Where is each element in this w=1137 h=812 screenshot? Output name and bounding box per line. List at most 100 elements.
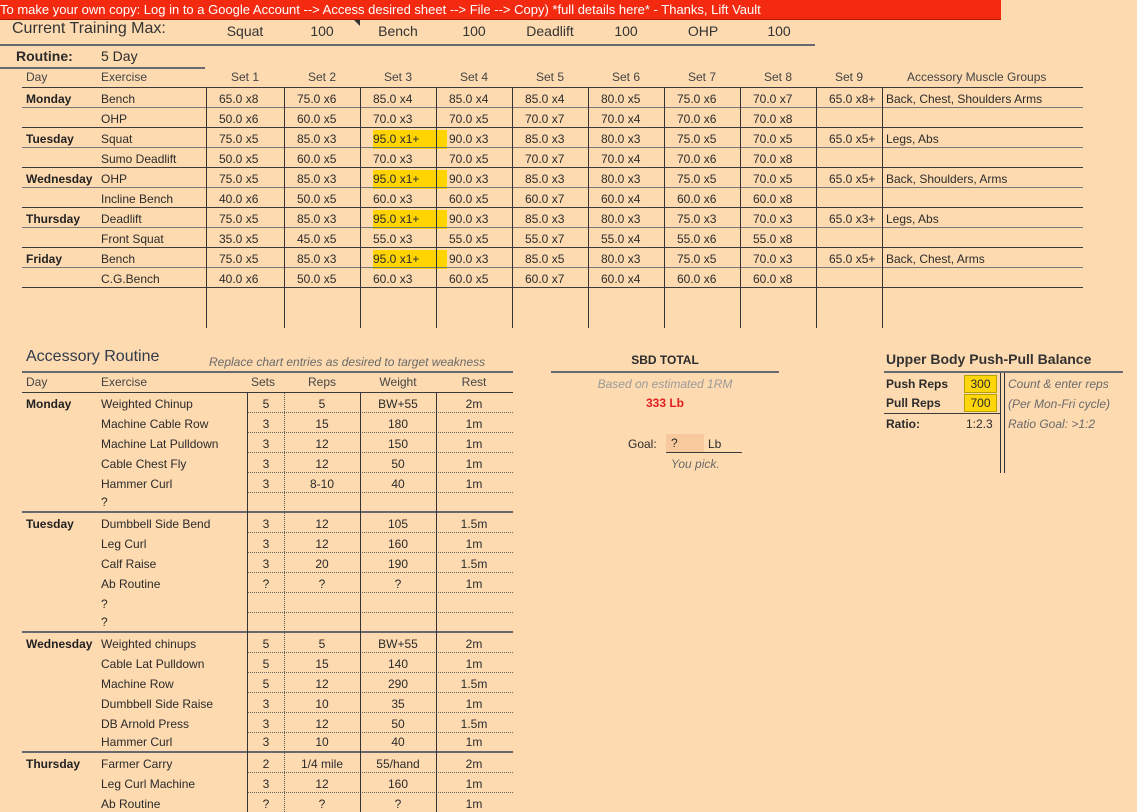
main-set-cell[interactable]: 55.0 x4 (601, 232, 640, 246)
acc-rest-cell[interactable]: 1.5m (436, 717, 512, 731)
main-set-cell[interactable]: 70.0 x6 (677, 112, 716, 126)
main-set-cell[interactable]: 60.0 x7 (525, 192, 564, 206)
push-reps-input[interactable]: 300 (964, 375, 997, 393)
acc-sets-cell[interactable]: 3 (248, 537, 284, 551)
main-set-cell[interactable]: 85.0 x5 (525, 252, 564, 266)
acc-reps-cell[interactable]: 12 (284, 717, 360, 731)
main-set-cell[interactable]: 60.0 x7 (525, 272, 564, 286)
acc-reps-cell[interactable]: 15 (284, 417, 360, 431)
acc-weight-cell[interactable]: 55/hand (360, 757, 436, 771)
acc-rest-cell[interactable]: 1.5m (436, 517, 512, 531)
main-exercise-cell[interactable]: Sumo Deadlift (101, 152, 176, 166)
main-set-cell[interactable]: 60.0 x8 (753, 272, 792, 286)
main-set-cell[interactable]: 50.0 x5 (219, 152, 258, 166)
copy-instructions-banner[interactable]: To make your own copy: Log in to a Googl… (0, 0, 1001, 20)
acc-rest-cell[interactable]: 1m (436, 577, 512, 591)
acc-rest-cell[interactable]: 1m (436, 417, 512, 431)
main-set-cell[interactable]: 60.0 x3 (373, 272, 412, 286)
main-set-cell[interactable]: 75.0 x5 (219, 132, 258, 146)
acc-exercise-cell[interactable]: Ab Routine (101, 797, 160, 811)
acc-rest-cell[interactable]: 1m (436, 797, 512, 811)
main-set-cell[interactable]: 55.0 x5 (449, 232, 488, 246)
acc-reps-cell[interactable]: 12 (284, 517, 360, 531)
main-exercise-cell[interactable]: Front Squat (101, 232, 164, 246)
acc-reps-cell[interactable]: 10 (284, 735, 360, 749)
acc-exercise-cell[interactable]: Cable Lat Pulldown (101, 657, 204, 671)
main-set-cell[interactable]: 75.0 x5 (219, 212, 258, 226)
main-set-cell[interactable]: 40.0 x6 (219, 192, 258, 206)
acc-exercise-cell[interactable]: Weighted Chinup (101, 397, 193, 411)
acc-rest-cell[interactable]: 2m (436, 757, 512, 771)
main-set-cell[interactable]: 60.0 x3 (373, 192, 412, 206)
tm-ohp-value[interactable]: 100 (741, 24, 817, 38)
main-set-cell[interactable]: 70.0 x8 (753, 112, 792, 126)
acc-weight-cell[interactable]: 105 (360, 517, 436, 531)
acc-sets-cell[interactable]: 3 (248, 517, 284, 531)
main-exercise-cell[interactable]: Deadlift (101, 212, 142, 226)
main-set-cell[interactable]: 65.0 x3+ (829, 212, 875, 226)
main-set-cell[interactable]: 70.0 x3 (753, 252, 792, 266)
acc-weight-cell[interactable]: 40 (360, 735, 436, 749)
acc-exercise-cell[interactable]: Machine Lat Pulldown (101, 437, 218, 451)
main-set-cell[interactable]: 70.0 x5 (449, 152, 488, 166)
main-set-cell[interactable]: 65.0 x5+ (829, 172, 875, 186)
tm-squat-value[interactable]: 100 (284, 24, 360, 38)
acc-reps-cell[interactable]: ? (284, 797, 360, 811)
acc-reps-cell[interactable]: 15 (284, 657, 360, 671)
acc-weight-cell[interactable]: 150 (360, 437, 436, 451)
acc-exercise-cell[interactable]: ? (101, 495, 108, 509)
main-set-cell[interactable]: 85.0 x4 (525, 92, 564, 106)
main-set-cell[interactable]: 70.0 x3 (373, 112, 412, 126)
main-exercise-cell[interactable]: OHP (101, 172, 127, 186)
main-set-cell[interactable]: 60.0 x5 (297, 152, 336, 166)
main-set-cell[interactable]: 85.0 x3 (525, 172, 564, 186)
tm-deadlift-value[interactable]: 100 (588, 24, 664, 38)
main-accessory-groups-cell[interactable]: Legs, Abs (886, 132, 939, 146)
main-set-cell[interactable]: 50.0 x5 (297, 272, 336, 286)
main-set-cell[interactable]: 75.0 x6 (677, 92, 716, 106)
acc-reps-cell[interactable]: 5 (284, 397, 360, 411)
acc-rest-cell[interactable]: 1m (436, 477, 512, 491)
acc-sets-cell[interactable]: 5 (248, 657, 284, 671)
main-set-cell[interactable]: 50.0 x6 (219, 112, 258, 126)
main-set-cell[interactable]: 70.0 x8 (753, 152, 792, 166)
main-set-cell[interactable]: 85.0 x3 (297, 212, 336, 226)
main-set-cell[interactable]: 60.0 x4 (601, 272, 640, 286)
acc-weight-cell[interactable]: 290 (360, 677, 436, 691)
acc-rest-cell[interactable]: 1m (436, 735, 512, 749)
acc-rest-cell[interactable]: 1m (436, 777, 512, 791)
main-set-cell[interactable]: 80.0 x3 (601, 172, 640, 186)
acc-sets-cell[interactable]: 3 (248, 697, 284, 711)
main-set-cell[interactable]: 85.0 x3 (297, 172, 336, 186)
main-set-cell[interactable]: 85.0 x4 (373, 92, 412, 106)
main-set-cell[interactable]: 85.0 x3 (525, 132, 564, 146)
acc-weight-cell[interactable]: ? (360, 577, 436, 591)
main-exercise-cell[interactable]: Incline Bench (101, 192, 173, 206)
main-set-cell[interactable]: 60.0 x5 (449, 272, 488, 286)
main-exercise-cell[interactable]: Bench (101, 252, 135, 266)
acc-reps-cell[interactable]: 12 (284, 537, 360, 551)
routine-value[interactable]: 5 Day (101, 49, 138, 63)
acc-reps-cell[interactable]: ? (284, 577, 360, 591)
main-set-cell[interactable]: 70.0 x3 (373, 152, 412, 166)
main-accessory-groups-cell[interactable]: Legs, Abs (886, 212, 939, 226)
main-set-cell[interactable]: 80.0 x5 (601, 92, 640, 106)
goal-input[interactable]: ? (666, 434, 704, 452)
acc-sets-cell[interactable]: 3 (248, 437, 284, 451)
acc-reps-cell[interactable]: 12 (284, 457, 360, 471)
main-set-cell[interactable]: 65.0 x5+ (829, 132, 875, 146)
acc-weight-cell[interactable]: 50 (360, 717, 436, 731)
main-set-cell[interactable]: 70.0 x7 (525, 152, 564, 166)
acc-exercise-cell[interactable]: Dumbbell Side Raise (101, 697, 213, 711)
main-set-cell[interactable]: 75.0 x3 (677, 212, 716, 226)
main-set-cell[interactable]: 90.0 x3 (449, 132, 488, 146)
acc-rest-cell[interactable]: 1m (436, 457, 512, 471)
main-set-cell[interactable]: 65.0 x5+ (829, 252, 875, 266)
acc-rest-cell[interactable]: 1m (436, 437, 512, 451)
acc-reps-cell[interactable]: 5 (284, 637, 360, 651)
main-set-cell[interactable]: 65.0 x8 (219, 92, 258, 106)
acc-exercise-cell[interactable]: Hammer Curl (101, 735, 172, 749)
acc-weight-cell[interactable]: 35 (360, 697, 436, 711)
acc-weight-cell[interactable]: ? (360, 797, 436, 811)
acc-reps-cell[interactable]: 1/4 mile (284, 757, 360, 771)
